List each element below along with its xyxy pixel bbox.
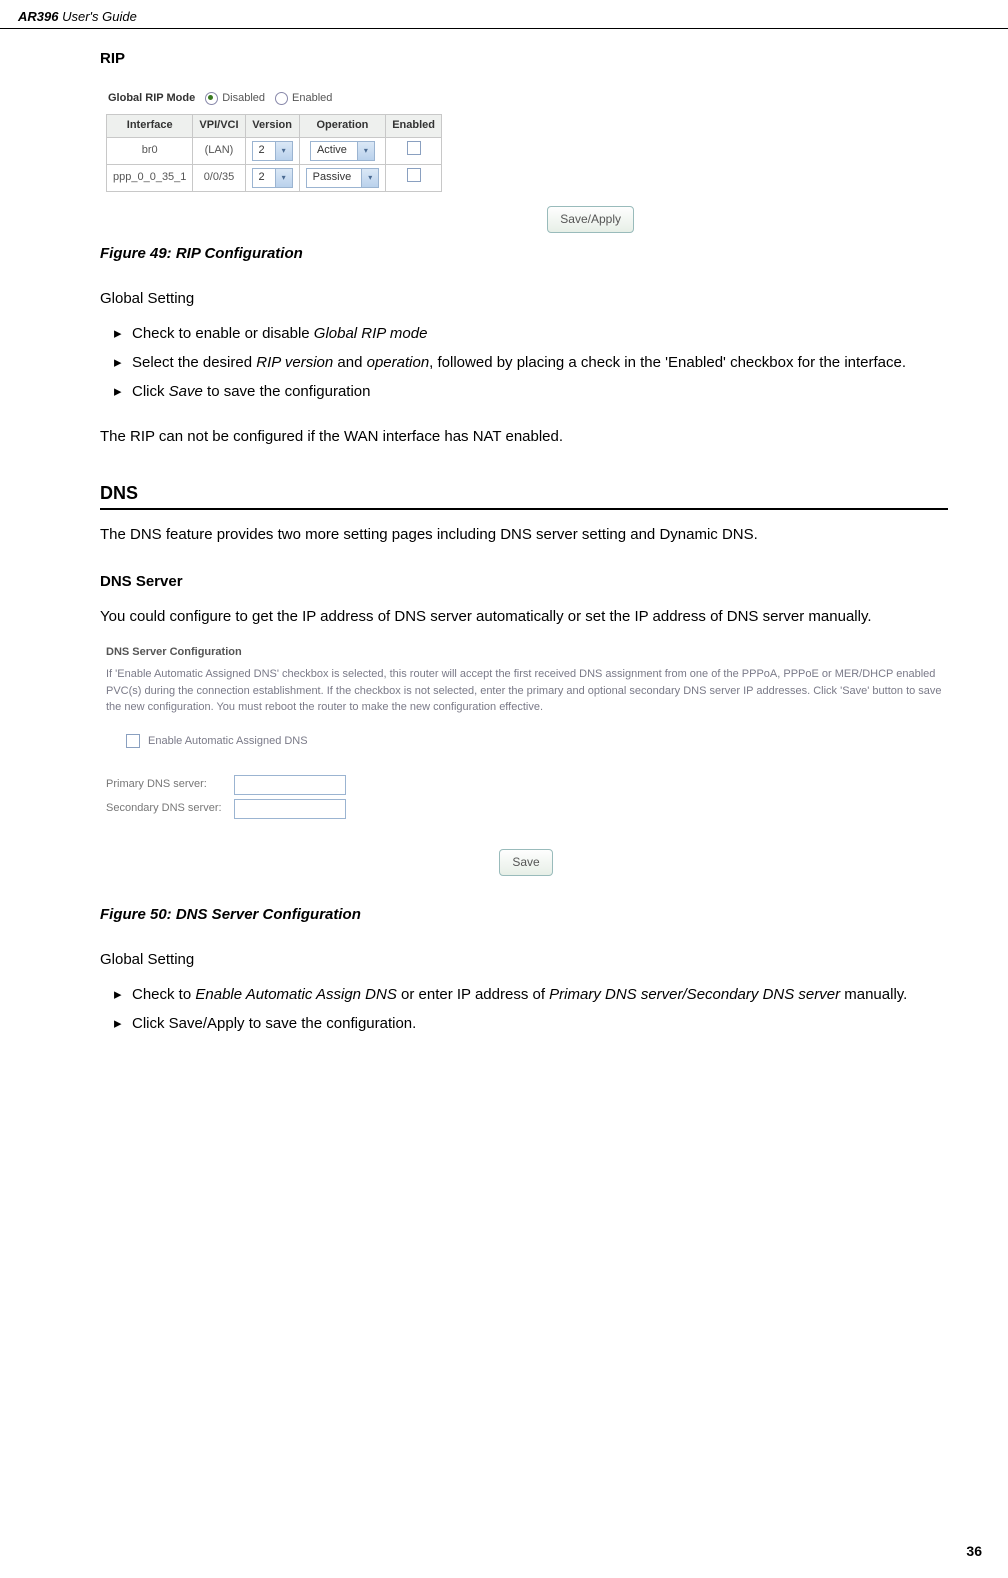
col-vpivci: VPI/VCI <box>193 115 245 137</box>
cell-operation: Passive▾ <box>299 164 386 191</box>
global-setting-label-2: Global Setting <box>100 949 948 970</box>
col-version: Version <box>245 115 299 137</box>
chevron-down-icon: ▾ <box>275 169 292 187</box>
auto-dns-label: Enable Automatic Assigned DNS <box>148 734 308 749</box>
table-row: ppp_0_0_35_1 0/0/35 2▾ Passive▾ <box>107 164 442 191</box>
chevron-down-icon: ▾ <box>361 169 378 187</box>
cell-iface: br0 <box>107 137 193 164</box>
triangle-bullet-icon: ▸ <box>114 381 132 402</box>
col-operation: Operation <box>299 115 386 137</box>
secondary-dns-label: Secondary DNS server: <box>106 801 234 816</box>
operation-select[interactable]: Active▾ <box>310 141 375 161</box>
dns-config-desc: If 'Enable Automatic Assigned DNS' check… <box>106 666 946 716</box>
bullet-item: ▸ Click Save/Apply to save the configura… <box>114 1013 948 1034</box>
secondary-dns-input[interactable] <box>234 799 346 819</box>
global-setting-label: Global Setting <box>100 288 948 309</box>
triangle-bullet-icon: ▸ <box>114 323 132 344</box>
cell-enabled <box>386 137 442 164</box>
chevron-down-icon: ▾ <box>275 142 292 160</box>
figure-49-caption: Figure 49: RIP Configuration <box>100 243 948 264</box>
version-select[interactable]: 2▾ <box>252 141 293 161</box>
version-select[interactable]: 2▾ <box>252 168 293 188</box>
triangle-bullet-icon: ▸ <box>114 984 132 1005</box>
bullet-item: ▸ Check to Enable Automatic Assign DNS o… <box>114 984 948 1005</box>
dns-screenshot: DNS Server Configuration If 'Enable Auto… <box>106 645 946 876</box>
bullet-item: ▸ Check to enable or disable Global RIP … <box>114 323 948 344</box>
radio-enabled-label: Enabled <box>292 91 332 106</box>
enabled-checkbox[interactable] <box>407 168 421 182</box>
cell-vpivci: (LAN) <box>193 137 245 164</box>
dns-server-text: You could configure to get the IP addres… <box>100 606 948 627</box>
col-interface: Interface <box>107 115 193 137</box>
radio-disabled[interactable] <box>205 92 218 105</box>
global-rip-mode-label: Global RIP Mode <box>108 91 195 106</box>
cell-version: 2▾ <box>245 137 299 164</box>
dns-server-title: DNS Server <box>100 571 948 592</box>
cell-vpivci: 0/0/35 <box>193 164 245 191</box>
page-number: 36 <box>966 1542 982 1562</box>
radio-enabled[interactable] <box>275 92 288 105</box>
triangle-bullet-icon: ▸ <box>114 352 132 373</box>
cell-enabled <box>386 164 442 191</box>
radio-disabled-label: Disabled <box>222 91 265 106</box>
rip-title: RIP <box>100 48 948 69</box>
primary-dns-input[interactable] <box>234 775 346 795</box>
triangle-bullet-icon: ▸ <box>114 1013 132 1034</box>
primary-dns-row: Primary DNS server: <box>106 775 946 795</box>
figure-50-caption: Figure 50: DNS Server Configuration <box>100 904 948 925</box>
bullet-item: ▸ Click Save to save the configuration <box>114 381 948 402</box>
chevron-down-icon: ▾ <box>357 142 374 160</box>
dns-heading: DNS <box>100 481 948 510</box>
auto-dns-checkbox[interactable] <box>126 734 140 748</box>
rip-table: Interface VPI/VCI Version Operation Enab… <box>106 114 442 191</box>
secondary-dns-row: Secondary DNS server: <box>106 799 946 819</box>
rip-screenshot: Global RIP Mode Disabled Enabled Interfa… <box>106 87 636 233</box>
page-header: AR396 User's Guide <box>0 8 1008 29</box>
dns-intro: The DNS feature provides two more settin… <box>100 524 948 545</box>
dns-config-heading: DNS Server Configuration <box>106 645 946 660</box>
col-enabled: Enabled <box>386 115 442 137</box>
header-product: AR396 <box>18 9 58 24</box>
cell-iface: ppp_0_0_35_1 <box>107 164 193 191</box>
cell-version: 2▾ <box>245 164 299 191</box>
save-apply-button[interactable]: Save/Apply <box>547 206 634 233</box>
cell-operation: Active▾ <box>299 137 386 164</box>
table-row: br0 (LAN) 2▾ Active▾ <box>107 137 442 164</box>
rip-note: The RIP can not be configured if the WAN… <box>100 426 948 447</box>
enabled-checkbox[interactable] <box>407 141 421 155</box>
save-button[interactable]: Save <box>499 849 552 876</box>
header-suffix: User's Guide <box>58 9 136 24</box>
bullet-item: ▸ Select the desired RIP version and ope… <box>114 352 948 373</box>
operation-select[interactable]: Passive▾ <box>306 168 380 188</box>
primary-dns-label: Primary DNS server: <box>106 777 234 792</box>
